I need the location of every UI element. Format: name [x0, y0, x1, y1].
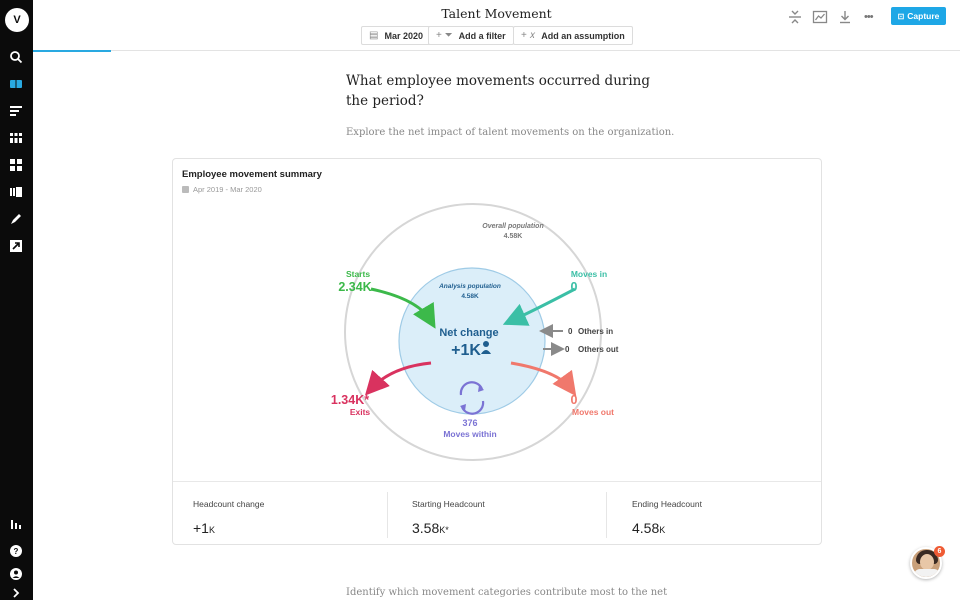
calendar-icon: ▤: [369, 30, 379, 41]
analysis-population-value: 4.58K: [461, 293, 479, 300]
moves-within-value: 376: [462, 418, 477, 428]
section-subtext: Explore the net impact of talent movemen…: [346, 127, 675, 138]
dashboard-icon[interactable]: [9, 158, 23, 172]
export-icon[interactable]: [9, 239, 23, 253]
collapse-icon[interactable]: [787, 9, 803, 25]
top-bar: Talent Movement ▤ Mar 2020 + ⏷ Add a fil…: [33, 0, 960, 51]
user-icon[interactable]: [9, 567, 23, 581]
help-icon[interactable]: ?: [9, 544, 23, 558]
date-filter-button[interactable]: ▤ Mar 2020: [361, 26, 431, 45]
svg-text:?: ?: [14, 547, 19, 556]
app-logo[interactable]: V: [5, 8, 29, 32]
others-in-label: Others in: [578, 327, 613, 336]
headcount-change-stat: Headcount change +1K: [173, 482, 392, 546]
stat-value: 4.58K: [632, 520, 666, 536]
stat-label: Starting Headcount: [412, 499, 485, 509]
stat-label: Ending Headcount: [632, 499, 702, 509]
section-question: What employee movements occurred during …: [346, 73, 651, 109]
tab-progress-indicator: [33, 50, 111, 52]
starts-value: 2.34K: [338, 280, 371, 294]
exits-value: 1.34K*: [331, 393, 369, 407]
stat-divider: [606, 492, 607, 538]
variable-icon: + 𝑥: [521, 30, 536, 41]
chart-view-icon[interactable]: [812, 9, 828, 25]
date-filter-label: Mar 2020: [384, 30, 423, 41]
add-filter-button[interactable]: + ⏷ Add a filter: [428, 26, 514, 45]
exits-label: Exits: [350, 407, 371, 417]
moves-out-label: Moves out: [572, 407, 614, 417]
analysis-population-label: Analysis population: [438, 283, 501, 290]
others-out-label: Others out: [578, 345, 619, 354]
movement-summary-card: Employee movement summary Apr 2019 - Mar…: [172, 158, 822, 545]
movement-diagram: Overall population 4.58K Analysis popula…: [331, 203, 619, 461]
bar-chart-icon[interactable]: [9, 517, 23, 531]
headcount-stats: Headcount change +1K Starting Headcount …: [173, 481, 821, 545]
filter-icon: + ⏷: [436, 30, 453, 41]
add-assumption-label: Add an assumption: [541, 30, 625, 41]
search-icon[interactable]: [9, 50, 23, 64]
add-assumption-button[interactable]: + 𝑥 Add an assumption: [513, 26, 633, 45]
moves-within-label: Moves within: [443, 429, 496, 439]
stat-value: 3.58K*: [412, 520, 449, 536]
download-icon[interactable]: [837, 9, 853, 25]
stat-divider: [387, 492, 388, 538]
overall-population-value: 4.58K: [504, 233, 523, 240]
moves-out-value: 0: [571, 393, 578, 407]
starting-headcount-stat: Starting Headcount 3.58K*: [392, 482, 611, 546]
moves-in-value: 0: [571, 280, 578, 294]
starts-label: Starts: [346, 269, 370, 279]
overall-population-label: Overall population: [482, 223, 543, 230]
more-options-icon[interactable]: •••: [864, 9, 884, 25]
capture-button[interactable]: ⊡ Capture: [891, 7, 946, 25]
ending-headcount-stat: Ending Headcount 4.58K: [612, 482, 831, 546]
others-out-value: 0: [565, 345, 570, 354]
list-icon[interactable]: [9, 104, 23, 118]
net-change-value: +1K: [451, 342, 481, 359]
pen-icon[interactable]: [9, 212, 23, 226]
grid-dots-icon[interactable]: [9, 131, 23, 145]
chat-notification-badge: 6: [934, 546, 945, 557]
stat-value: +1K: [193, 520, 215, 536]
net-change-label: Net change: [439, 327, 498, 339]
add-filter-label: Add a filter: [458, 30, 506, 41]
stat-label: Headcount change: [193, 499, 265, 509]
others-in-value: 0: [568, 327, 573, 336]
capture-label: Capture: [907, 11, 940, 21]
library-icon[interactable]: [9, 185, 23, 199]
left-sidebar: V ?: [0, 0, 33, 600]
moves-in-label: Moves in: [571, 269, 607, 279]
capture-icon: ⊡: [897, 11, 905, 21]
book-icon[interactable]: [9, 77, 23, 91]
next-section-text: Identify which movement categories contr…: [346, 587, 668, 598]
expand-icon[interactable]: [9, 586, 23, 600]
